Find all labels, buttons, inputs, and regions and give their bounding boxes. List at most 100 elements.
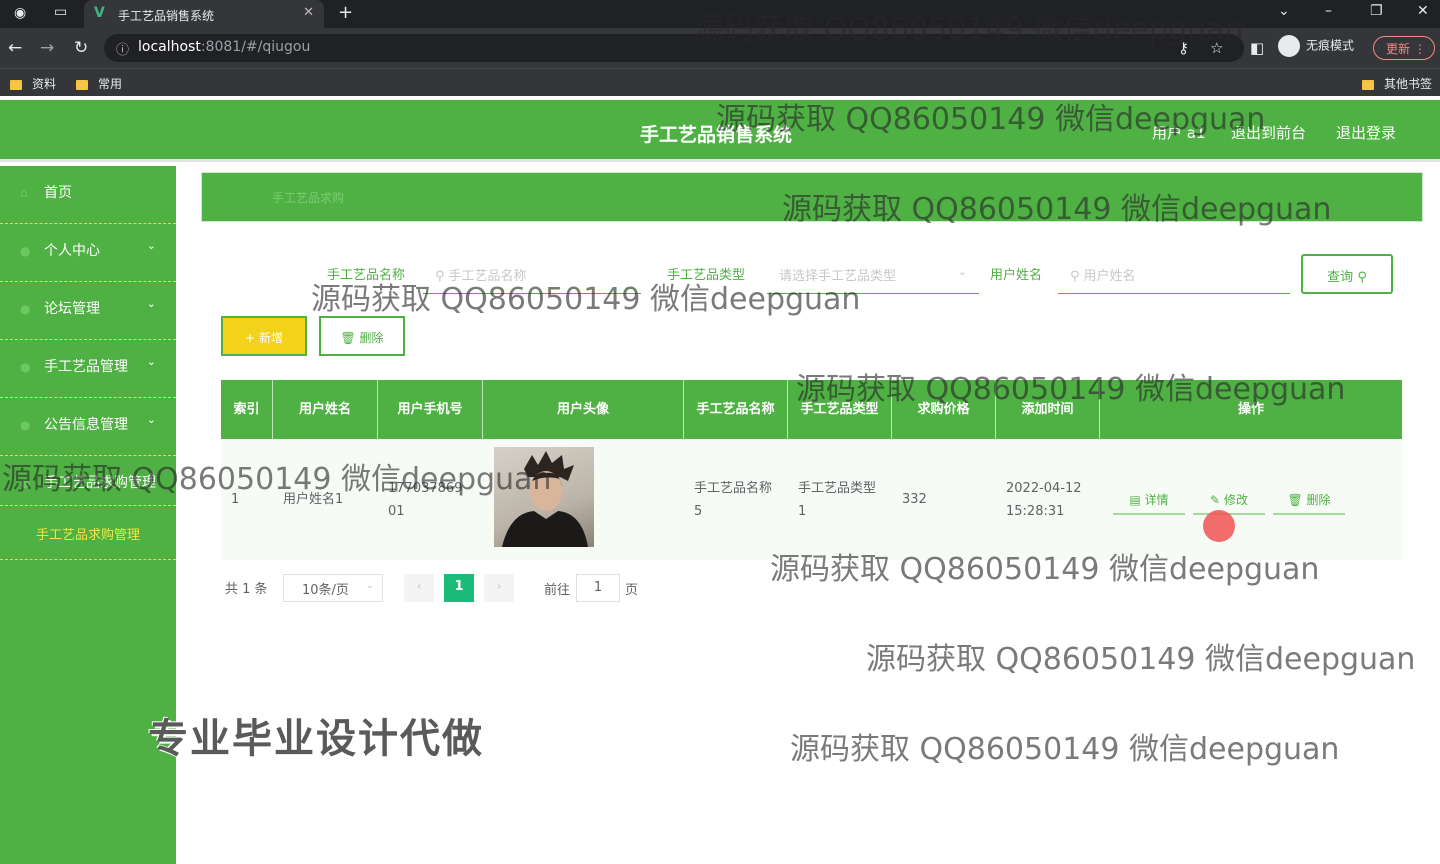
restore-icon[interactable]: ❐ xyxy=(1370,3,1383,19)
page-suffix: 页 xyxy=(625,583,639,598)
cell-product-name: 手工艺品名称5 xyxy=(694,480,773,519)
logout-link[interactable]: 退出登录 xyxy=(1336,122,1396,143)
browser-menu-icon[interactable]: ◉ xyxy=(14,5,26,21)
col-product-name: 手工艺品名称 xyxy=(684,380,788,439)
watermark-text: 源码获取 QQ86050149 微信deepguan xyxy=(311,282,861,317)
add-button[interactable]: + 新增 xyxy=(221,316,307,356)
goto-label: 前往 xyxy=(544,583,571,598)
delete-selected-button[interactable]: 🗑 删除 xyxy=(319,316,405,356)
trash-icon: 🗑 xyxy=(340,331,356,345)
click-indicator xyxy=(1203,510,1235,542)
prev-page-button[interactable]: ‹ xyxy=(404,574,434,602)
next-page-button[interactable]: › xyxy=(484,574,514,602)
watermark-text: 源码获取 QQ86050149 微信deepguan xyxy=(694,12,1244,47)
minimize-icon[interactable]: – xyxy=(1325,3,1332,19)
created-time: 15:28:31 xyxy=(1006,503,1065,519)
sidebar-item-home[interactable]: ⌂ 首页 xyxy=(0,166,176,224)
document-icon: ▤ xyxy=(1129,493,1141,507)
home-icon: ⌂ xyxy=(20,186,28,200)
username-input[interactable]: ⚲ 用户姓名 xyxy=(1058,256,1290,294)
bookmark-label: 常用 xyxy=(98,77,123,91)
watermark-text: 源码获取 QQ86050149 微信deepguan xyxy=(2,462,552,497)
detail-label: 详情 xyxy=(1144,493,1169,507)
sidebar-item-notices[interactable]: ● 公告信息管理 ⌄ xyxy=(0,398,176,456)
watermark-text: 源码获取 QQ86050149 微信deepguan xyxy=(782,192,1332,227)
page-size-select[interactable]: 10条/页 ⌄ xyxy=(283,574,383,602)
sidebar-item-label: 公告信息管理 xyxy=(44,417,128,433)
update-button[interactable]: 更新 ⋮ xyxy=(1373,36,1435,60)
folder-icon xyxy=(76,79,88,90)
trash-icon: 🗑 xyxy=(1287,493,1303,507)
url-path: :8081/#/qiugou xyxy=(200,39,311,55)
new-tab-icon[interactable]: + xyxy=(338,2,353,23)
breadcrumb-current: 手工艺品求购 xyxy=(272,191,345,205)
username-label: 用户姓名 xyxy=(990,268,1043,283)
search-button[interactable]: 查询 ⚲ xyxy=(1301,254,1393,294)
col-index: 索引 xyxy=(221,380,273,439)
plus-icon: + xyxy=(245,331,256,345)
sidebar-item-profile[interactable]: ● 个人中心 ⌄ xyxy=(0,224,176,282)
tab-title: 手工艺品销售系统 xyxy=(118,9,215,23)
col-username: 用户姓名 xyxy=(273,380,378,439)
reload-icon[interactable]: ↻ xyxy=(74,38,88,58)
other-bookmarks-label: 其他书签 xyxy=(1384,77,1433,91)
folder-icon xyxy=(1362,79,1374,90)
browser-tab[interactable]: V 手工艺品销售系统 ✕ xyxy=(84,0,324,28)
chevron-down-icon: ⌄ xyxy=(146,355,156,368)
incognito-indicator[interactable]: 无痕模式 xyxy=(1278,35,1354,57)
folder-icon xyxy=(10,79,22,90)
delete-row-button[interactable]: 🗑 删除 xyxy=(1273,489,1345,515)
sidebar-subitem-request-management[interactable]: 手工艺品求购管理 xyxy=(0,506,176,560)
sidebar-item-forum[interactable]: ● 论坛管理 ⌄ xyxy=(0,282,176,340)
search-icon: ⚲ xyxy=(1070,269,1080,284)
cell-created-at: 2022-04-12 15:28:31 xyxy=(996,439,1100,560)
chevron-down-icon: ⌄ xyxy=(146,297,156,310)
watermark-text: 源码获取 QQ86050149 微信deepguan xyxy=(866,642,1416,677)
chevron-down-icon: ⌄ xyxy=(957,265,967,278)
watermark-text: 源码获取 QQ86050149 微信deepguan xyxy=(770,552,1320,587)
col-avatar: 用户头像 xyxy=(483,380,684,439)
product-icon: ● xyxy=(20,360,31,374)
placeholder: 用户姓名 xyxy=(1083,269,1136,284)
sidebar-item-label: 首页 xyxy=(44,185,72,201)
bookmark-folder-1[interactable]: 资料 xyxy=(10,75,56,92)
window-close-icon[interactable]: ✕ xyxy=(1417,3,1429,19)
watermark-text: 源码获取 QQ86050149 微信deepguan xyxy=(796,372,1346,407)
forward-icon[interactable]: → xyxy=(40,38,54,58)
add-button-label: 新增 xyxy=(258,331,283,345)
bookmarks-bar: 资料 常用 其他书签 xyxy=(0,68,1440,96)
incognito-icon xyxy=(1278,35,1300,57)
url-host: localhost xyxy=(138,39,201,55)
delete-button-label: 删除 xyxy=(359,331,384,345)
cell-price: 332 xyxy=(902,492,927,507)
back-icon[interactable]: ← xyxy=(8,38,22,58)
close-tab-icon[interactable]: ✕ xyxy=(303,5,314,20)
created-date: 2022-04-12 xyxy=(1006,480,1082,496)
edit-label: 修改 xyxy=(1223,493,1248,507)
bookmark-label: 资料 xyxy=(32,77,57,91)
forum-icon: ● xyxy=(20,302,31,316)
cell-product-type: 手工艺品类型1 xyxy=(798,480,877,519)
bookmark-folder-2[interactable]: 常用 xyxy=(76,75,122,92)
page-number-button[interactable]: 1 xyxy=(444,574,474,602)
sidebar-item-products[interactable]: ● 手工艺品管理 ⌄ xyxy=(0,340,176,398)
sidepanel-icon[interactable]: ◧ xyxy=(1250,39,1264,57)
search-icon: ⚲ xyxy=(1357,270,1367,285)
notice-icon: ● xyxy=(20,418,31,432)
edit-icon: ✎ xyxy=(1210,493,1221,507)
edit-button[interactable]: ✎ 修改 xyxy=(1193,489,1265,515)
watermark-text: 源码获取 QQ86050149 微信deepguan xyxy=(716,102,1266,137)
other-bookmarks[interactable]: 其他书签 xyxy=(1362,75,1432,92)
tab-search-icon[interactable]: ▭ xyxy=(54,4,67,20)
detail-button[interactable]: ▤ 详情 xyxy=(1113,489,1185,515)
watermark-text: 源码获取 QQ86050149 微信deepguan xyxy=(790,732,1340,767)
promo-overlay-text: 专业毕业设计代做 xyxy=(148,716,484,762)
user-icon: ● xyxy=(20,244,31,258)
incognito-label: 无痕模式 xyxy=(1306,38,1355,53)
sidebar-item-label: 个人中心 xyxy=(44,243,100,259)
delete-row-label: 删除 xyxy=(1306,493,1331,507)
site-info-icon[interactable]: ⓘ xyxy=(116,39,129,58)
goto-page-input[interactable]: 1 xyxy=(576,574,620,602)
chevron-down-icon: ⌄ xyxy=(146,239,156,252)
tab-list-icon[interactable]: ⌄ xyxy=(1278,3,1290,19)
